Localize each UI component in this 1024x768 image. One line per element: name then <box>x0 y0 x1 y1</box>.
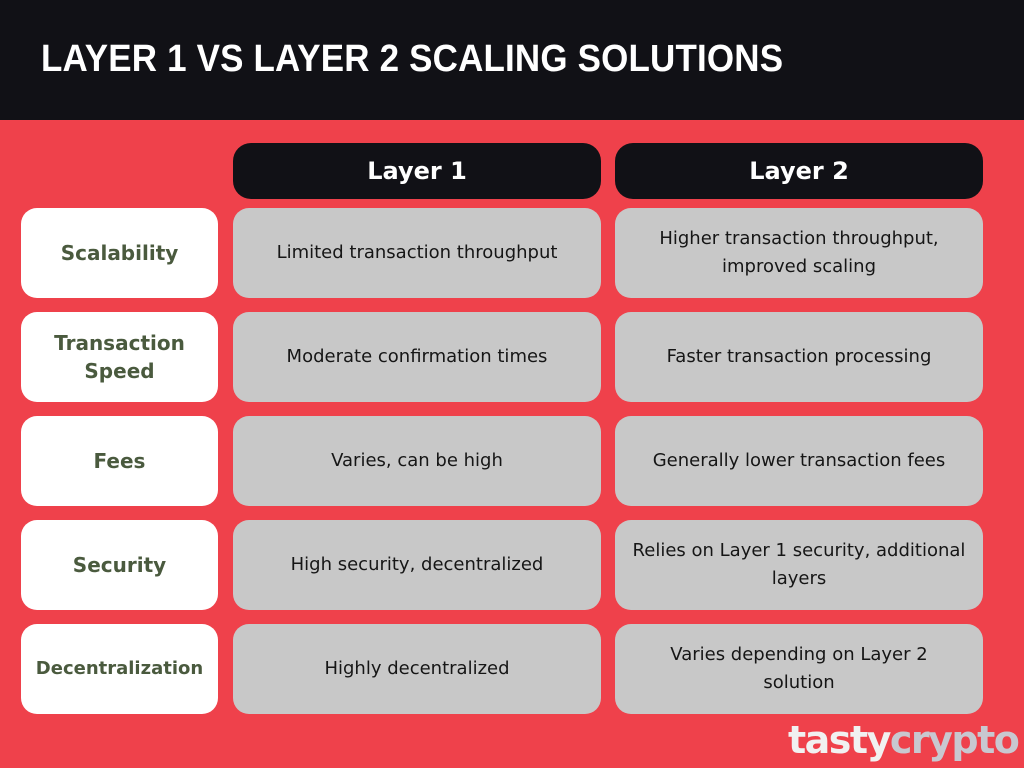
cell-layer1-decentralization: Highly decentralized <box>233 624 601 714</box>
cell-layer2-decentralization: Varies depending on Layer 2 solution <box>615 624 983 714</box>
cell-layer2-security: Relies on Layer 1 security, additional l… <box>615 520 983 610</box>
row-label-fees: Fees <box>21 416 218 506</box>
cell-layer2-transaction-speed: Faster transaction processing <box>615 312 983 402</box>
cell-layer1-scalability: Limited transaction throughput <box>233 208 601 298</box>
row-label-security: Security <box>21 520 218 610</box>
cell-layer2-fees: Generally lower transaction fees <box>615 416 983 506</box>
page-title: LAYER 1 VS LAYER 2 SCALING SOLUTIONS <box>41 38 784 80</box>
logo-part-crypto: crypto <box>889 718 1020 762</box>
cell-layer2-scalability: Higher transaction throughput, improved … <box>615 208 983 298</box>
row-label-decentralization: Decentralization <box>21 624 218 714</box>
row-label-scalability: Scalability <box>21 208 218 298</box>
logo-dot-icon <box>1019 744 1024 753</box>
tastycrypto-logo: tastycrypto <box>788 718 1024 762</box>
cell-layer1-security: High security, decentralized <box>233 520 601 610</box>
cell-layer1-fees: Varies, can be high <box>233 416 601 506</box>
logo-part-tasty: tasty <box>788 718 891 762</box>
row-label-transaction-speed: Transaction Speed <box>21 312 218 402</box>
column-header-layer2: Layer 2 <box>615 143 983 199</box>
column-header-layer1: Layer 1 <box>233 143 601 199</box>
cell-layer1-transaction-speed: Moderate confirmation times <box>233 312 601 402</box>
header-bar: LAYER 1 VS LAYER 2 SCALING SOLUTIONS <box>0 0 1024 120</box>
